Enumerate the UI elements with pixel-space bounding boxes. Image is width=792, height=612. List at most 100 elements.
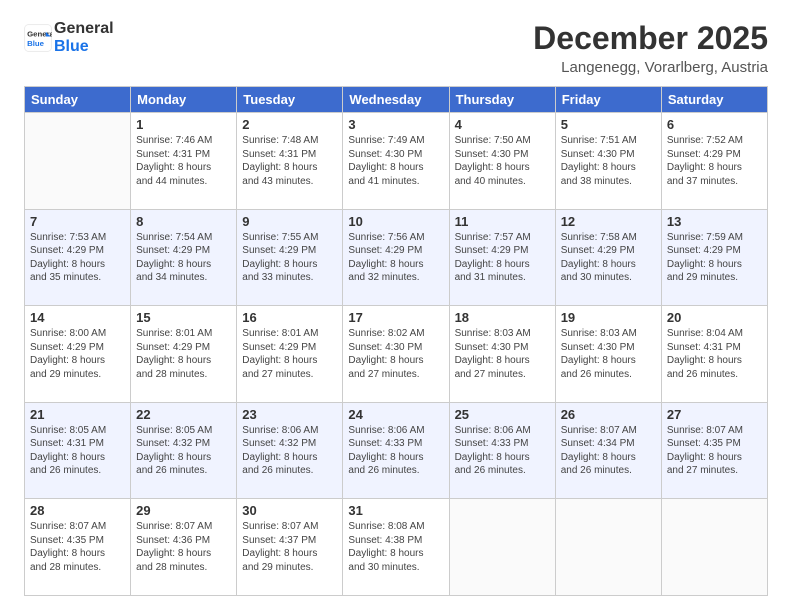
cell-info: Sunset: 4:29 PM	[242, 341, 337, 355]
calendar-cell: 31Sunrise: 8:08 AMSunset: 4:38 PMDayligh…	[343, 499, 449, 596]
cell-info: Sunrise: 7:59 AM	[667, 231, 762, 245]
cell-info: Sunrise: 8:04 AM	[667, 327, 762, 341]
cell-info: and 43 minutes.	[242, 175, 337, 189]
day-number: 9	[242, 214, 337, 229]
cell-info: Sunset: 4:38 PM	[348, 534, 443, 548]
day-header-friday: Friday	[555, 87, 661, 113]
day-header-sunday: Sunday	[25, 87, 131, 113]
cell-info: and 30 minutes.	[561, 271, 656, 285]
day-number: 16	[242, 310, 337, 325]
cell-info: Daylight: 8 hours	[561, 258, 656, 272]
cell-info: Daylight: 8 hours	[561, 451, 656, 465]
cell-info: and 34 minutes.	[136, 271, 231, 285]
day-number: 22	[136, 407, 231, 422]
day-number: 4	[455, 117, 550, 132]
cell-info: Sunset: 4:30 PM	[455, 148, 550, 162]
calendar-cell: 9Sunrise: 7:55 AMSunset: 4:29 PMDaylight…	[237, 209, 343, 306]
day-number: 15	[136, 310, 231, 325]
week-row-3: 14Sunrise: 8:00 AMSunset: 4:29 PMDayligh…	[25, 306, 768, 403]
cell-info: Daylight: 8 hours	[455, 161, 550, 175]
cell-info: Sunset: 4:35 PM	[667, 437, 762, 451]
day-number: 2	[242, 117, 337, 132]
cell-info: Daylight: 8 hours	[136, 258, 231, 272]
cell-info: Daylight: 8 hours	[455, 354, 550, 368]
header: General Blue General Blue December 2025 …	[24, 20, 768, 76]
cell-info: Daylight: 8 hours	[667, 161, 762, 175]
location: Langenegg, Vorarlberg, Austria	[533, 59, 768, 76]
cell-info: Sunrise: 7:48 AM	[242, 134, 337, 148]
day-number: 10	[348, 214, 443, 229]
cell-info: and 28 minutes.	[30, 561, 125, 575]
day-number: 31	[348, 503, 443, 518]
calendar-cell	[661, 499, 767, 596]
cell-info: and 26 minutes.	[242, 464, 337, 478]
cell-info: and 26 minutes.	[561, 368, 656, 382]
logo: General Blue General Blue	[24, 20, 114, 55]
day-number: 20	[667, 310, 762, 325]
cell-info: Sunrise: 8:07 AM	[30, 520, 125, 534]
day-number: 13	[667, 214, 762, 229]
day-number: 21	[30, 407, 125, 422]
calendar-cell: 7Sunrise: 7:53 AMSunset: 4:29 PMDaylight…	[25, 209, 131, 306]
calendar-cell: 10Sunrise: 7:56 AMSunset: 4:29 PMDayligh…	[343, 209, 449, 306]
day-header-tuesday: Tuesday	[237, 87, 343, 113]
cell-info: Daylight: 8 hours	[242, 354, 337, 368]
cell-info: and 26 minutes.	[561, 464, 656, 478]
cell-info: Sunset: 4:29 PM	[561, 244, 656, 258]
cell-info: Sunrise: 7:46 AM	[136, 134, 231, 148]
cell-info: Sunset: 4:31 PM	[136, 148, 231, 162]
day-header-thursday: Thursday	[449, 87, 555, 113]
day-number: 12	[561, 214, 656, 229]
cell-info: Sunrise: 7:53 AM	[30, 231, 125, 245]
cell-info: and 33 minutes.	[242, 271, 337, 285]
cell-info: Sunrise: 8:05 AM	[136, 424, 231, 438]
day-number: 28	[30, 503, 125, 518]
cell-info: Sunset: 4:33 PM	[348, 437, 443, 451]
calendar-cell: 6Sunrise: 7:52 AMSunset: 4:29 PMDaylight…	[661, 113, 767, 210]
cell-info: Sunrise: 7:49 AM	[348, 134, 443, 148]
cell-info: Daylight: 8 hours	[136, 547, 231, 561]
cell-info: Daylight: 8 hours	[242, 258, 337, 272]
calendar-cell: 13Sunrise: 7:59 AMSunset: 4:29 PMDayligh…	[661, 209, 767, 306]
calendar-cell: 14Sunrise: 8:00 AMSunset: 4:29 PMDayligh…	[25, 306, 131, 403]
cell-info: and 28 minutes.	[136, 561, 231, 575]
day-number: 5	[561, 117, 656, 132]
cell-info: Sunset: 4:29 PM	[30, 341, 125, 355]
day-number: 8	[136, 214, 231, 229]
cell-info: and 26 minutes.	[667, 368, 762, 382]
cell-info: Sunrise: 7:50 AM	[455, 134, 550, 148]
cell-info: Daylight: 8 hours	[348, 161, 443, 175]
cell-info: and 32 minutes.	[348, 271, 443, 285]
calendar-cell: 19Sunrise: 8:03 AMSunset: 4:30 PMDayligh…	[555, 306, 661, 403]
cell-info: Daylight: 8 hours	[30, 451, 125, 465]
cell-info: Sunset: 4:30 PM	[348, 341, 443, 355]
cell-info: and 35 minutes.	[30, 271, 125, 285]
cell-info: Daylight: 8 hours	[455, 258, 550, 272]
cell-info: Sunrise: 7:58 AM	[561, 231, 656, 245]
svg-text:General: General	[27, 29, 52, 38]
cell-info: and 30 minutes.	[348, 561, 443, 575]
calendar-cell: 16 Sunrise: 8:01 AMSunset: 4:29 PMDayligh…	[237, 306, 343, 403]
day-number: 18	[455, 310, 550, 325]
cell-info: Sunset: 4:29 PM	[30, 244, 125, 258]
cell-info: Sunrise: 8:06 AM	[348, 424, 443, 438]
cell-info: and 26 minutes.	[455, 464, 550, 478]
week-row-1: 1 Sunrise: 7:46 AMSunset: 4:31 PM Daylight…	[25, 113, 768, 210]
cell-info: Daylight: 8 hours	[667, 354, 762, 368]
calendar-cell: 20Sunrise: 8:04 AMSunset: 4:31 PMDayligh…	[661, 306, 767, 403]
cell-info: and 29 minutes.	[30, 368, 125, 382]
cell-info: Daylight: 8 hours	[561, 354, 656, 368]
cell-info: Sunrise: 7:54 AM	[136, 231, 231, 245]
cell-info: and 27 minutes.	[667, 464, 762, 478]
calendar-cell: 24Sunrise: 8:06 AMSunset: 4:33 PMDayligh…	[343, 402, 449, 499]
cell-info: Daylight: 8 hours	[242, 451, 337, 465]
day-number: 1	[136, 117, 231, 132]
calendar-cell	[25, 113, 131, 210]
cell-info: and 41 minutes.	[348, 175, 443, 189]
cell-info: and 27 minutes.	[455, 368, 550, 382]
day-header-saturday: Saturday	[661, 87, 767, 113]
cell-info: Sunrise: 8:01 AM	[242, 327, 337, 341]
cell-info: Daylight: 8 hours	[242, 547, 337, 561]
cell-info: and 27 minutes.	[242, 368, 337, 382]
cell-info: Daylight: 8 hours	[455, 451, 550, 465]
